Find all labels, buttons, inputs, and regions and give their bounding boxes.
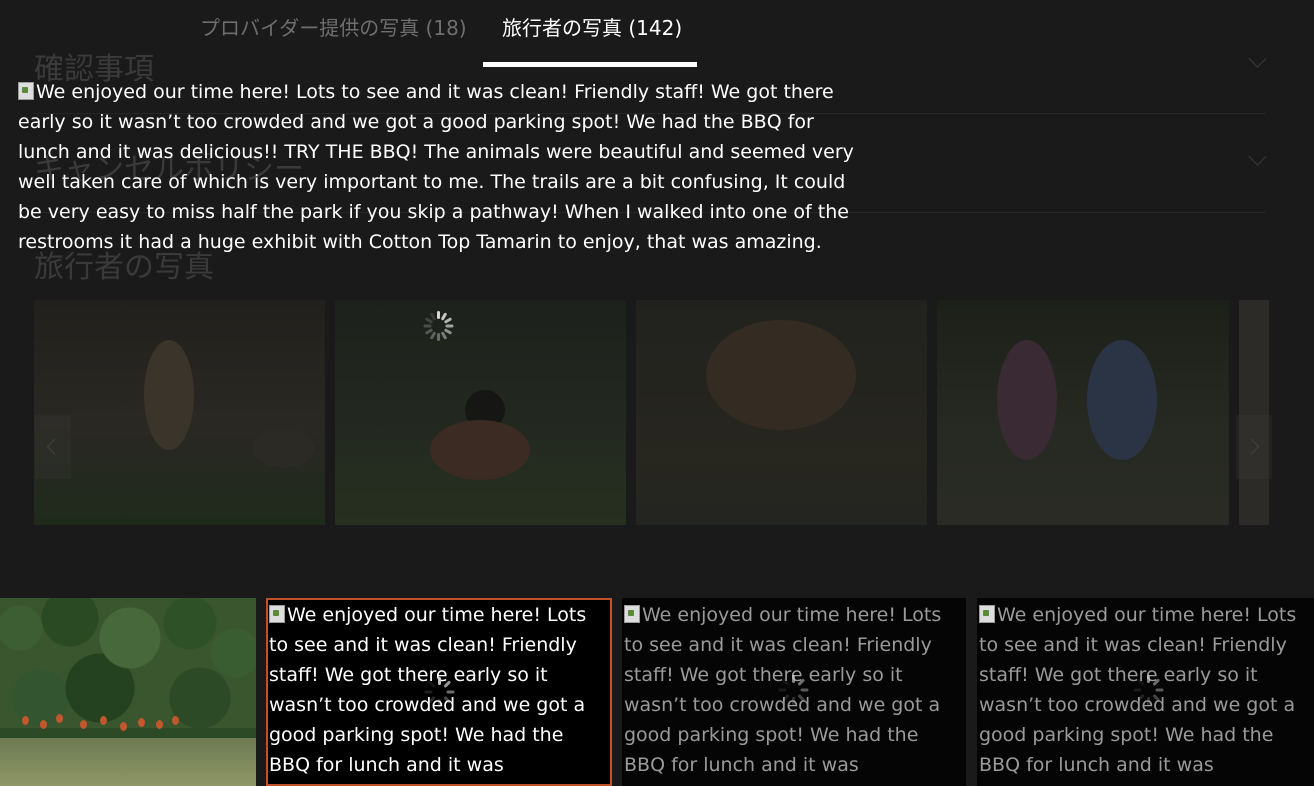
thumbnail-image	[0, 598, 256, 728]
broken-image-icon	[624, 605, 640, 623]
chevron-left-icon	[46, 438, 63, 455]
gallery-photo-family	[937, 300, 1229, 525]
gallery-next-button[interactable]	[1236, 415, 1272, 479]
loading-spinner-icon	[424, 677, 455, 707]
chevron-down-icon	[1248, 49, 1267, 68]
traveler-photo-gallery	[34, 300, 1269, 525]
gallery-prev-button[interactable]	[35, 415, 71, 479]
broken-image-icon	[979, 605, 995, 623]
broken-image-icon	[269, 605, 285, 623]
tab-traveler-photos[interactable]: 旅行者の写真 (142)	[502, 12, 682, 41]
chevron-down-icon	[1248, 147, 1267, 166]
gallery-photo-partial	[1239, 300, 1269, 525]
thumbnail[interactable]: We enjoyed our time here! Lots to see an…	[977, 598, 1314, 786]
loading-spinner-icon	[1133, 675, 1164, 705]
active-tab-indicator	[483, 62, 697, 67]
gallery-photo-kangaroo-grazing	[636, 300, 927, 525]
main-photo: We enjoyed our time here! Lots to see an…	[18, 77, 868, 257]
gallery-photo-kangaroo	[34, 300, 325, 525]
thumbnail[interactable]: We enjoyed our time here! Lots to see an…	[622, 598, 966, 786]
loading-spinner-icon	[423, 311, 454, 341]
broken-image-icon	[18, 82, 34, 100]
loading-spinner-icon	[778, 675, 809, 705]
main-photo-alt-text: We enjoyed our time here! Lots to see an…	[18, 81, 854, 253]
chevron-right-icon	[1243, 438, 1260, 455]
thumbnail-selected[interactable]: We enjoyed our time here! Lots to see an…	[266, 598, 612, 786]
thumbnail-flamingo-park[interactable]	[0, 598, 256, 786]
gallery-photo-animal	[335, 300, 626, 525]
tab-provider-photos[interactable]: プロバイダー提供の写真 (18)	[200, 12, 467, 41]
